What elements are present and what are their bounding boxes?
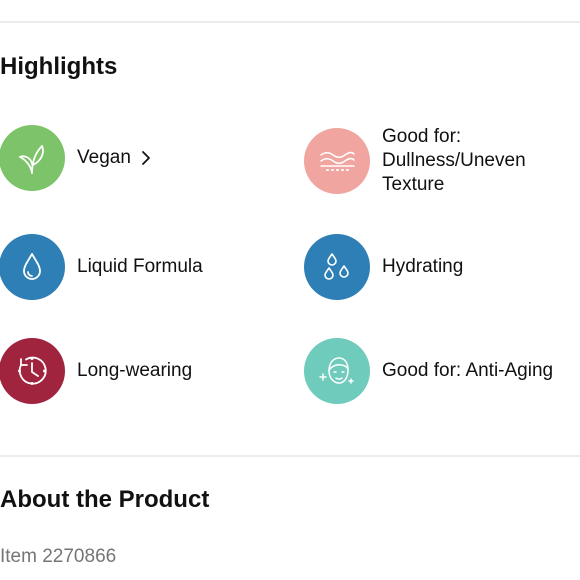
chevron-right-icon[interactable] [140,150,152,166]
highlight-anti-aging-label: Good for: Anti-Aging [382,360,554,381]
highlight-long-wearing-label: Long-wearing [77,360,193,381]
highlights-title: Highlights [0,53,118,80]
highlight-dullness-line-2: Dullness/Uneven [382,150,526,171]
product-details-page: Highlights Vegan Good for: Dullness/Unev… [0,0,580,580]
highlight-anti-aging: Good for: Anti-Aging [304,338,553,404]
highlight-hydrating-label: Hydrating [382,256,464,277]
long-wearing-badge [0,338,65,404]
highlight-dullness-texture: Good for: Dullness/Uneven Texture [304,125,526,197]
highlight-liquid-formula: Liquid Formula [0,234,203,300]
highlight-vegan[interactable]: Vegan [0,125,152,191]
anti-aging-badge [304,338,370,404]
section-divider [0,455,580,457]
highlight-hydrating: Hydrating [304,234,463,300]
top-divider [0,21,580,23]
skin-texture-icon [320,151,355,171]
vegan-leaf-icon [19,145,44,174]
about-product-title: About the Product [0,486,210,513]
face-sparkle-icon [319,357,354,384]
liquid-drop-icon [23,253,41,280]
highlight-liquid-formula-label: Liquid Formula [77,256,203,277]
vegan-badge [0,125,65,191]
hydrating-badge [304,234,370,300]
clock-icon [18,356,47,385]
item-number: Item 2270866 [0,546,117,567]
water-drops-icon [324,253,349,280]
liquid-formula-badge [0,234,65,300]
highlight-dullness-line-1: Good for: [382,126,462,147]
highlight-dullness-label: Good for: Dullness/Uneven Texture [382,125,526,197]
highlight-dullness-line-3: Texture [382,174,445,195]
highlight-vegan-label: Vegan [77,147,131,168]
highlight-long-wearing: Long-wearing [0,338,192,404]
dullness-badge [304,128,370,194]
